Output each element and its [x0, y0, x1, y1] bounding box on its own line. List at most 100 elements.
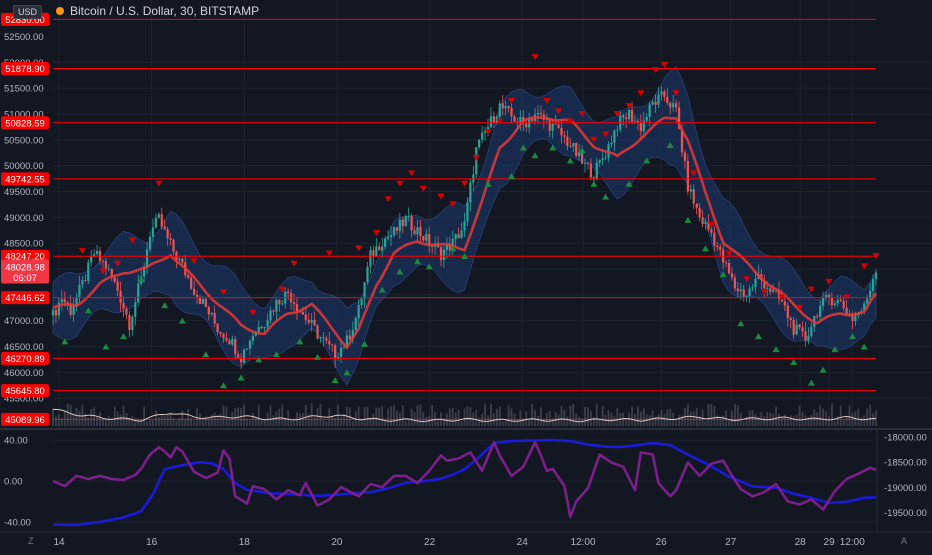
- osc-left-tick: 0.00: [4, 477, 23, 488]
- candle-body: [95, 250, 99, 255]
- candle-body: [219, 332, 222, 334]
- candle-body: [137, 283, 140, 303]
- candle-body: [210, 313, 213, 315]
- volume-bar: [534, 410, 536, 426]
- volume-bar: [448, 408, 451, 426]
- y-tick-label: 49500.00: [4, 187, 44, 198]
- candle-body: [510, 107, 513, 117]
- volume-bar: [504, 420, 507, 426]
- candle-body: [789, 317, 792, 320]
- candle-body: [748, 288, 751, 297]
- candle-body: [786, 305, 789, 318]
- candle-body: [772, 289, 775, 292]
- volume-bar: [463, 408, 466, 426]
- candle-body: [724, 262, 728, 264]
- candle-body: [154, 217, 157, 228]
- candle-body: [216, 323, 219, 333]
- currency-button[interactable]: USD: [13, 5, 43, 19]
- candle-body: [551, 123, 554, 131]
- zoom-auto-button[interactable]: Z: [28, 536, 34, 546]
- buy-signal-icon: [161, 302, 169, 309]
- pane-divider[interactable]: [0, 428, 932, 430]
- volume-bar: [789, 415, 792, 426]
- volume-bar: [548, 411, 551, 426]
- candle-body: [698, 207, 701, 218]
- candle-body: [407, 216, 410, 217]
- sell-signal-icon: [155, 180, 163, 187]
- candle-body: [669, 102, 672, 108]
- candle-body: [513, 116, 516, 122]
- candle-body: [90, 256, 93, 263]
- volume-bar: [831, 403, 833, 426]
- x-tick-label: 26: [656, 537, 668, 548]
- volume-bar: [57, 413, 60, 426]
- volume-bar: [810, 414, 813, 426]
- volume-bar: [457, 409, 460, 426]
- candle-body: [566, 136, 569, 146]
- volume-pane: [52, 403, 877, 426]
- candle-body: [342, 347, 346, 349]
- sell-signal-icon: [355, 245, 363, 252]
- candle-body: [104, 261, 108, 269]
- candle-body: [201, 299, 205, 304]
- candle-body: [125, 308, 128, 315]
- auto-scale-button[interactable]: A: [901, 536, 907, 546]
- candle-body: [101, 260, 105, 262]
- candle-body: [483, 131, 487, 133]
- candle-body: [839, 299, 842, 301]
- candle-body: [204, 299, 207, 308]
- candle-body: [563, 135, 566, 137]
- candle-body: [871, 279, 875, 291]
- y-tick-label-partial: 52500.00: [4, 32, 44, 43]
- volume-bar: [598, 419, 601, 426]
- candle-body: [801, 327, 804, 332]
- candle-body: [798, 324, 801, 328]
- volume-bar: [669, 408, 672, 426]
- candle-body: [384, 238, 387, 247]
- candle-body: [178, 258, 181, 260]
- volume-bar: [125, 412, 128, 426]
- status-dot-icon: [56, 7, 64, 15]
- volume-bar: [249, 420, 251, 426]
- volume-bar: [304, 405, 307, 426]
- candle-body: [145, 249, 149, 267]
- volume-bar: [857, 408, 860, 426]
- candle-body: [769, 288, 772, 292]
- candle-body: [195, 294, 199, 297]
- candle-body: [601, 158, 604, 161]
- buy-signal-icon: [314, 353, 322, 360]
- candle-body: [554, 123, 557, 125]
- candle-body: [213, 313, 216, 324]
- candle-body: [260, 327, 263, 329]
- candle-body: [266, 320, 269, 327]
- volume-bar: [143, 406, 146, 426]
- candle-body: [628, 109, 631, 120]
- candle-body: [666, 96, 669, 103]
- volume-bar: [416, 405, 419, 426]
- volume-bar: [872, 413, 874, 426]
- sell-signal-icon: [325, 250, 333, 257]
- volume-bar: [616, 408, 619, 426]
- volume-bar: [357, 406, 360, 426]
- volume-bar: [466, 405, 469, 426]
- y-tick-label: 50500.00: [4, 135, 44, 146]
- candle-body: [366, 266, 369, 283]
- candle-body: [569, 145, 572, 147]
- volume-bar: [490, 403, 492, 426]
- volume-bar: [560, 405, 563, 426]
- candle-body: [134, 302, 137, 317]
- volume-bar: [107, 416, 110, 426]
- volume-bar: [166, 414, 169, 426]
- symbol-title[interactable]: Bitcoin / U.S. Dollar, 30, BITSTAMP: [70, 4, 259, 18]
- volume-bar: [531, 403, 534, 426]
- volume-bar: [60, 417, 63, 426]
- price-chart[interactable]: 40.00 0.00 -40.00 -18000.00 -18500.00 -19000.…: [0, 0, 932, 550]
- candle-body: [304, 314, 307, 320]
- volume-bar: [622, 412, 625, 426]
- level-label: 45089.96: [5, 415, 45, 426]
- volume-bar: [795, 415, 798, 426]
- candle-body: [192, 288, 196, 295]
- volume-bar: [257, 404, 260, 426]
- candle-body: [81, 280, 84, 285]
- volume-bar: [445, 413, 448, 426]
